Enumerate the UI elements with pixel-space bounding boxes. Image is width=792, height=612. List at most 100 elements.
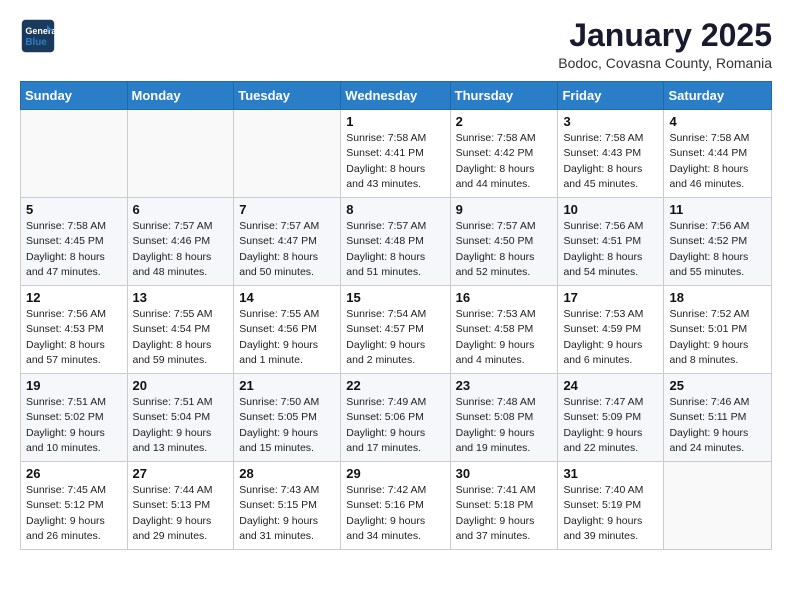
- month-title: January 2025: [558, 18, 772, 53]
- calendar-cell: [21, 110, 128, 198]
- calendar-cell: 31Sunrise: 7:40 AM Sunset: 5:19 PM Dayli…: [558, 462, 664, 550]
- day-info: Sunrise: 7:44 AM Sunset: 5:13 PM Dayligh…: [133, 483, 229, 544]
- day-number: 18: [669, 290, 766, 305]
- calendar-cell: 28 Sunrise: 7:43 AM Sunset: 5:15 PM Dayli…: [234, 462, 341, 550]
- calendar-cell: 17 Sunrise: 7:53 AM Sunset: 4:59 PM Dayli…: [558, 286, 664, 374]
- calendar-cell: 19 Sunrise: 7:51 AM Sunset: 5:02 PM Dayli…: [21, 374, 128, 462]
- day-number: 8: [346, 202, 444, 217]
- calendar-cell: 23 Sunrise: 7:48 AM Sunset: 5:08 PM Dayli…: [450, 374, 558, 462]
- day-info: Sunrise: 7:47 AM Sunset: 5:09 PM Dayligh…: [563, 395, 658, 456]
- calendar-cell: 6 Sunrise: 7:57 AM Sunset: 4:46 PM Daylig…: [127, 198, 234, 286]
- calendar-cell: [234, 110, 341, 198]
- calendar-cell: 8 Sunrise: 7:57 AM Sunset: 4:48 PM Daylig…: [341, 198, 450, 286]
- day-info: Sunrise: 7:54 AM Sunset: 4:57 PM Dayligh…: [346, 307, 444, 368]
- weekday-header-tuesday: Tuesday: [234, 82, 341, 110]
- calendar-cell: 26Sunrise: 7:45 AM Sunset: 5:12 PM Dayli…: [21, 462, 128, 550]
- day-number: 13: [133, 290, 229, 305]
- weekday-header-thursday: Thursday: [450, 82, 558, 110]
- logo-icon: General Blue: [20, 18, 56, 54]
- day-info: Sunrise: 7:58 AM Sunset: 4:41 PM Dayligh…: [346, 131, 444, 192]
- calendar-cell: 2 Sunrise: 7:58 AM Sunset: 4:42 PM Daylig…: [450, 110, 558, 198]
- day-info: Sunrise: 7:58 AM Sunset: 4:45 PM Dayligh…: [26, 219, 122, 280]
- calendar-week-row: 1 Sunrise: 7:58 AM Sunset: 4:41 PM Daylig…: [21, 110, 772, 198]
- calendar-cell: [127, 110, 234, 198]
- day-info: Sunrise: 7:57 AM Sunset: 4:46 PM Dayligh…: [133, 219, 229, 280]
- day-info: Sunrise: 7:50 AM Sunset: 5:05 PM Dayligh…: [239, 395, 335, 456]
- day-number: 10: [563, 202, 658, 217]
- day-info: Sunrise: 7:55 AM Sunset: 4:56 PM Dayligh…: [239, 307, 335, 368]
- day-number: 31: [563, 466, 658, 481]
- calendar-week-row: 26Sunrise: 7:45 AM Sunset: 5:12 PM Dayli…: [21, 462, 772, 550]
- weekday-header-wednesday: Wednesday: [341, 82, 450, 110]
- calendar-cell: 14Sunrise: 7:55 AM Sunset: 4:56 PM Dayli…: [234, 286, 341, 374]
- day-info: Sunrise: 7:58 AM Sunset: 4:42 PM Dayligh…: [456, 131, 553, 192]
- day-number: 25: [669, 378, 766, 393]
- subtitle: Bodoc, Covasna County, Romania: [558, 55, 772, 71]
- calendar-cell: 7 Sunrise: 7:57 AM Sunset: 4:47 PM Daylig…: [234, 198, 341, 286]
- calendar-cell: 24 Sunrise: 7:47 AM Sunset: 5:09 PM Dayli…: [558, 374, 664, 462]
- header: General Blue January 2025 Bodoc, Covasna…: [20, 18, 772, 71]
- day-number: 16: [456, 290, 553, 305]
- day-info: Sunrise: 7:56 AM Sunset: 4:52 PM Dayligh…: [669, 219, 766, 280]
- calendar-cell: 22Sunrise: 7:49 AM Sunset: 5:06 PM Dayli…: [341, 374, 450, 462]
- day-number: 22: [346, 378, 444, 393]
- day-info: Sunrise: 7:57 AM Sunset: 4:50 PM Dayligh…: [456, 219, 553, 280]
- day-number: 6: [133, 202, 229, 217]
- day-number: 27: [133, 466, 229, 481]
- calendar-cell: 13Sunrise: 7:55 AM Sunset: 4:54 PM Dayli…: [127, 286, 234, 374]
- svg-text:General: General: [25, 26, 56, 36]
- page: General Blue January 2025 Bodoc, Covasna…: [0, 0, 792, 568]
- day-number: 29: [346, 466, 444, 481]
- calendar-cell: 5Sunrise: 7:58 AM Sunset: 4:45 PM Daylig…: [21, 198, 128, 286]
- day-number: 11: [669, 202, 766, 217]
- day-info: Sunrise: 7:52 AM Sunset: 5:01 PM Dayligh…: [669, 307, 766, 368]
- calendar-week-row: 12Sunrise: 7:56 AM Sunset: 4:53 PM Dayli…: [21, 286, 772, 374]
- calendar-cell: 20 Sunrise: 7:51 AM Sunset: 5:04 PM Dayli…: [127, 374, 234, 462]
- day-info: Sunrise: 7:41 AM Sunset: 5:18 PM Dayligh…: [456, 483, 553, 544]
- calendar-table: SundayMondayTuesdayWednesdayThursdayFrid…: [20, 81, 772, 550]
- day-number: 23: [456, 378, 553, 393]
- calendar-cell: 15Sunrise: 7:54 AM Sunset: 4:57 PM Dayli…: [341, 286, 450, 374]
- day-info: Sunrise: 7:48 AM Sunset: 5:08 PM Dayligh…: [456, 395, 553, 456]
- day-info: Sunrise: 7:53 AM Sunset: 4:58 PM Dayligh…: [456, 307, 553, 368]
- calendar-cell: 1 Sunrise: 7:58 AM Sunset: 4:41 PM Daylig…: [341, 110, 450, 198]
- calendar-cell: [664, 462, 772, 550]
- calendar-cell: 11 Sunrise: 7:56 AM Sunset: 4:52 PM Dayli…: [664, 198, 772, 286]
- day-number: 7: [239, 202, 335, 217]
- day-info: Sunrise: 7:57 AM Sunset: 4:48 PM Dayligh…: [346, 219, 444, 280]
- day-number: 1: [346, 114, 444, 129]
- day-info: Sunrise: 7:58 AM Sunset: 4:43 PM Dayligh…: [563, 131, 658, 192]
- day-info: Sunrise: 7:43 AM Sunset: 5:15 PM Dayligh…: [239, 483, 335, 544]
- day-number: 21: [239, 378, 335, 393]
- day-info: Sunrise: 7:46 AM Sunset: 5:11 PM Dayligh…: [669, 395, 766, 456]
- day-number: 19: [26, 378, 122, 393]
- calendar-cell: 25 Sunrise: 7:46 AM Sunset: 5:11 PM Dayli…: [664, 374, 772, 462]
- calendar-cell: 29 Sunrise: 7:42 AM Sunset: 5:16 PM Dayli…: [341, 462, 450, 550]
- calendar-cell: 30 Sunrise: 7:41 AM Sunset: 5:18 PM Dayli…: [450, 462, 558, 550]
- day-info: Sunrise: 7:51 AM Sunset: 5:02 PM Dayligh…: [26, 395, 122, 456]
- weekday-header-row: SundayMondayTuesdayWednesdayThursdayFrid…: [21, 82, 772, 110]
- logo: General Blue: [20, 18, 56, 54]
- day-info: Sunrise: 7:42 AM Sunset: 5:16 PM Dayligh…: [346, 483, 444, 544]
- title-block: January 2025 Bodoc, Covasna County, Roma…: [558, 18, 772, 71]
- calendar-cell: 27 Sunrise: 7:44 AM Sunset: 5:13 PM Dayli…: [127, 462, 234, 550]
- day-info: Sunrise: 7:56 AM Sunset: 4:51 PM Dayligh…: [563, 219, 658, 280]
- calendar-cell: 10 Sunrise: 7:56 AM Sunset: 4:51 PM Dayli…: [558, 198, 664, 286]
- day-number: 4: [669, 114, 766, 129]
- weekday-header-monday: Monday: [127, 82, 234, 110]
- day-info: Sunrise: 7:45 AM Sunset: 5:12 PM Dayligh…: [26, 483, 122, 544]
- day-number: 28: [239, 466, 335, 481]
- weekday-header-sunday: Sunday: [21, 82, 128, 110]
- day-number: 24: [563, 378, 658, 393]
- calendar-cell: 4Sunrise: 7:58 AM Sunset: 4:44 PM Daylig…: [664, 110, 772, 198]
- calendar-cell: 18 Sunrise: 7:52 AM Sunset: 5:01 PM Dayli…: [664, 286, 772, 374]
- day-number: 20: [133, 378, 229, 393]
- calendar-week-row: 19 Sunrise: 7:51 AM Sunset: 5:02 PM Dayli…: [21, 374, 772, 462]
- day-number: 3: [563, 114, 658, 129]
- day-number: 2: [456, 114, 553, 129]
- day-info: Sunrise: 7:51 AM Sunset: 5:04 PM Dayligh…: [133, 395, 229, 456]
- day-info: Sunrise: 7:53 AM Sunset: 4:59 PM Dayligh…: [563, 307, 658, 368]
- day-number: 30: [456, 466, 553, 481]
- day-info: Sunrise: 7:57 AM Sunset: 4:47 PM Dayligh…: [239, 219, 335, 280]
- day-number: 17: [563, 290, 658, 305]
